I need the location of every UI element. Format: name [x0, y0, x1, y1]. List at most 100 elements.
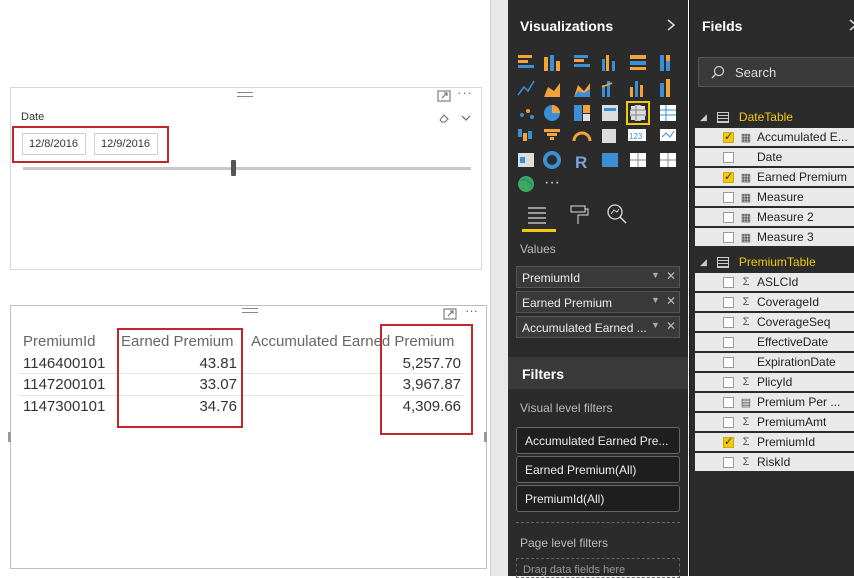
- field-row[interactable]: ▦ Measure 2: [695, 208, 854, 228]
- collapse-chevron-icon[interactable]: [848, 18, 854, 35]
- field-checkbox[interactable]: [723, 170, 734, 183]
- visual-type-gallery: 123 R: [516, 53, 688, 198]
- field-row[interactable]: Σ CoverageId: [695, 293, 854, 313]
- field-row[interactable]: ▦ Accumulated E...: [695, 128, 854, 148]
- resize-handle-left[interactable]: [8, 432, 11, 442]
- field-row[interactable]: ▦ Earned Premium: [695, 168, 854, 188]
- more-options-icon[interactable]: ···: [465, 304, 478, 317]
- field-name: PremiumAmt: [757, 415, 827, 429]
- date-slicer-visual[interactable]: ··· Date 12/8/2016 12/9/2016: [10, 86, 482, 270]
- line-column-icon: [601, 81, 613, 97]
- field-checkbox[interactable]: [723, 396, 734, 408]
- more-options-icon[interactable]: ···: [457, 86, 473, 99]
- field-checkbox[interactable]: [723, 416, 734, 428]
- field-row[interactable]: Σ RiskId: [695, 453, 854, 473]
- stacked-area-icon: [574, 83, 590, 97]
- fields-search-box[interactable]: Search: [698, 57, 854, 87]
- analytics-magnifier-icon[interactable]: [606, 203, 628, 228]
- field-table-header[interactable]: ◢ DateTable: [690, 106, 854, 128]
- filter-card-earned-premium[interactable]: Earned Premium(All): [516, 456, 680, 483]
- chevron-down-icon[interactable]: ▼: [651, 320, 660, 330]
- field-name: Measure: [757, 190, 804, 204]
- chevron-down-icon[interactable]: [460, 112, 472, 126]
- focus-mode-icon[interactable]: [443, 308, 457, 322]
- field-checkbox[interactable]: [723, 456, 734, 468]
- values-label: Values: [520, 242, 556, 256]
- cell-premium-id: 1147200101: [23, 376, 106, 393]
- field-row[interactable]: Σ CoverageSeq: [695, 313, 854, 333]
- visual-drag-grip[interactable]: [242, 308, 258, 313]
- eraser-icon[interactable]: [438, 112, 450, 127]
- field-checkbox[interactable]: [723, 435, 734, 448]
- filter-card-accumulated[interactable]: Accumulated Earned Pre...: [516, 427, 680, 454]
- value-well-label: Accumulated Earned ...: [522, 321, 647, 335]
- remove-icon[interactable]: ✕: [666, 269, 676, 283]
- line-clustered-icon: [630, 81, 643, 97]
- filter-card-premiumid[interactable]: PremiumId(All): [516, 485, 680, 512]
- slicer-handle[interactable]: [231, 160, 236, 176]
- field-checkbox[interactable]: [723, 296, 734, 308]
- field-checkbox[interactable]: [723, 356, 734, 368]
- remove-icon[interactable]: ✕: [666, 294, 676, 308]
- waterfall-icon: [518, 129, 532, 141]
- calculator-icon: ▤: [740, 396, 752, 409]
- field-checkbox[interactable]: [723, 336, 734, 348]
- focus-mode-icon[interactable]: [437, 90, 451, 104]
- sigma-icon: Σ: [742, 436, 750, 448]
- field-row[interactable]: EffectiveDate: [695, 333, 854, 353]
- resize-handle-right[interactable]: [484, 432, 487, 442]
- field-row[interactable]: Σ PlicyId: [695, 373, 854, 393]
- collapse-chevron-icon[interactable]: [666, 18, 676, 35]
- calculator-icon: ▦: [740, 171, 752, 184]
- field-checkbox[interactable]: [723, 211, 734, 223]
- donut-icon: [543, 151, 561, 169]
- field-checkbox[interactable]: [723, 376, 734, 388]
- table-icon: [716, 111, 729, 123]
- fields-pane: Fields Search ◢ DateTable ▦ Accumulated E..…: [689, 0, 854, 576]
- visual-type-icons[interactable]: 123 R: [516, 53, 688, 198]
- field-checkbox[interactable]: [723, 130, 734, 143]
- value-well-premiumid[interactable]: PremiumId ▼ ✕: [516, 266, 680, 288]
- more-visuals-label[interactable]: ···: [544, 174, 560, 192]
- fields-tab-icon[interactable]: [526, 205, 548, 228]
- highlight-box-accumulated: [380, 324, 473, 435]
- field-table-header[interactable]: ◢ PremiumTable: [690, 251, 854, 273]
- field-row[interactable]: Σ ASLCId: [695, 273, 854, 293]
- chevron-down-icon[interactable]: ▼: [651, 295, 660, 305]
- value-well-earned-premium[interactable]: Earned Premium ▼ ✕: [516, 291, 680, 313]
- calculator-icon: ▦: [740, 211, 752, 224]
- table-visual[interactable]: ··· PremiumId Earned Premium Accumulated…: [8, 304, 487, 569]
- remove-icon[interactable]: ✕: [666, 319, 676, 333]
- field-checkbox[interactable]: [723, 191, 734, 203]
- field-row[interactable]: ▦ Measure: [695, 188, 854, 208]
- value-well-accumulated[interactable]: Accumulated Earned ... ▼ ✕: [516, 316, 680, 338]
- sigma-icon: Σ: [742, 296, 750, 308]
- expand-triangle-icon[interactable]: ◢: [700, 257, 707, 268]
- arcgis-map-icon: [518, 176, 534, 192]
- table-name: DateTable: [738, 110, 793, 124]
- field-name: Measure 3: [757, 230, 814, 244]
- field-row[interactable]: ▤ Premium Per ...: [695, 393, 854, 413]
- column-header-premium-id[interactable]: PremiumId: [23, 333, 96, 350]
- visual-drag-grip[interactable]: [237, 92, 253, 97]
- field-checkbox[interactable]: [723, 316, 734, 328]
- field-row[interactable]: Σ PremiumId: [695, 433, 854, 453]
- sigma-icon: Σ: [742, 376, 750, 388]
- slicer-track[interactable]: [23, 167, 471, 170]
- field-checkbox[interactable]: [723, 276, 734, 288]
- page-filter-drop-zone[interactable]: Drag data fields here: [516, 558, 680, 578]
- field-checkbox[interactable]: [723, 231, 734, 243]
- chevron-down-icon[interactable]: ▼: [651, 270, 660, 280]
- field-name: Accumulated E...: [757, 130, 848, 144]
- calculator-icon: ▦: [740, 191, 752, 204]
- multi-row-card-icon: [602, 129, 616, 143]
- expand-triangle-icon[interactable]: ◢: [700, 112, 707, 123]
- format-paint-roller-icon[interactable]: [568, 204, 590, 229]
- field-row[interactable]: ExpirationDate: [695, 353, 854, 373]
- fields-title: Fields: [702, 18, 743, 34]
- field-row[interactable]: Date: [695, 148, 854, 168]
- field-row[interactable]: Σ PremiumAmt: [695, 413, 854, 433]
- field-row[interactable]: ▦ Measure 3: [695, 228, 854, 248]
- search-input[interactable]: Search: [735, 65, 776, 80]
- field-checkbox[interactable]: [723, 151, 734, 163]
